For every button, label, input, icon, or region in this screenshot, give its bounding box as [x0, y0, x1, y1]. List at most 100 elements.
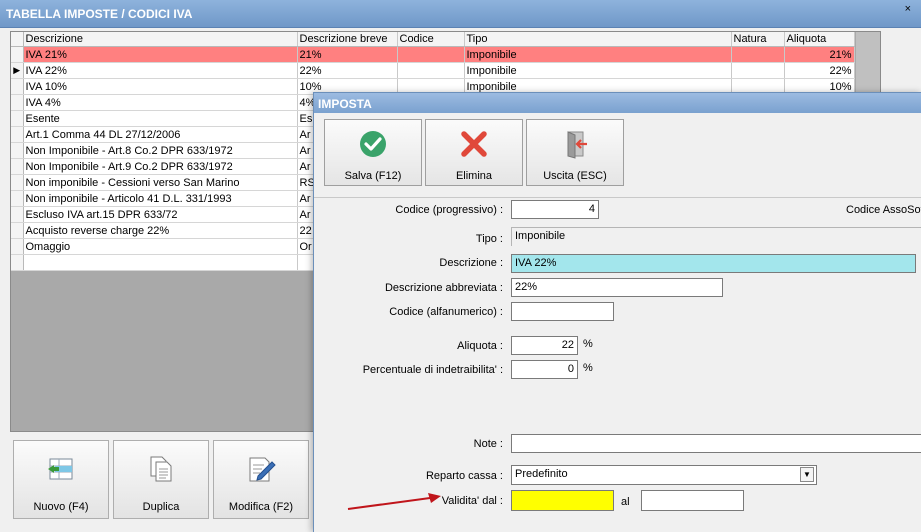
current-row-marker: ▶	[11, 62, 24, 79]
column-header-descrizione[interactable]: Descrizione	[23, 32, 298, 47]
row-indicator-header	[11, 32, 24, 47]
modifica-button-label: Modifica (F2)	[228, 501, 294, 513]
column-header-descrizione-breve[interactable]: Descrizione breve	[297, 32, 398, 47]
codice-assosoft-label: Codice AssoSof	[846, 204, 921, 216]
aliquota-percent-sign: %	[583, 338, 593, 350]
codice-progressivo-label: Codice (progressivo) :	[395, 204, 503, 216]
imposta-dialog: IMPOSTA Salva (F12) Elimina Uscita (ESC)…	[313, 92, 921, 532]
aliquota-label: Aliquota :	[457, 340, 503, 352]
close-icon[interactable]: ×	[905, 3, 911, 15]
uscita-button[interactable]: Uscita (ESC)	[526, 119, 624, 186]
cell-descrizione[interactable]: IVA 21%	[23, 46, 298, 63]
indetraibilita-field[interactable]: 0	[511, 360, 578, 379]
cell-descrizione[interactable]: IVA 4%	[23, 94, 298, 111]
row-indicator	[11, 254, 24, 271]
row-indicator	[11, 142, 24, 159]
cell-codice[interactable]	[397, 62, 465, 79]
cell-descrizione[interactable]: Acquisto reverse charge 22%	[23, 222, 298, 239]
new-record-icon	[48, 458, 73, 480]
cell-descrizione[interactable]: IVA 22%	[23, 62, 298, 79]
exit-door-icon	[567, 131, 587, 159]
salva-button-label: Salva (F12)	[344, 170, 402, 182]
save-check-icon	[360, 131, 386, 157]
column-header-codice[interactable]: Codice	[397, 32, 465, 47]
duplica-button[interactable]: Duplica	[113, 440, 209, 519]
cell-codice[interactable]	[397, 46, 465, 63]
descrizione-label: Descrizione :	[439, 257, 503, 269]
elimina-button[interactable]: Elimina	[425, 119, 523, 186]
validita-dal-field[interactable]	[511, 490, 614, 511]
column-header-aliquota[interactable]: Aliquota	[784, 32, 855, 47]
codice-alfanumerico-field[interactable]	[511, 302, 614, 321]
descrizione-abbreviata-field[interactable]: 22%	[511, 278, 723, 297]
reparto-cassa-value: Predefinito	[515, 468, 568, 480]
row-indicator	[11, 94, 24, 111]
codice-alfanumerico-label: Codice (alfanumerico) :	[389, 306, 503, 318]
edit-icon	[249, 457, 276, 482]
duplica-button-label: Duplica	[142, 501, 180, 513]
column-header-tipo[interactable]: Tipo	[464, 32, 732, 47]
descrizione-abbreviata-label: Descrizione abbreviata :	[384, 282, 503, 294]
cell-tipo[interactable]: Imponibile	[464, 62, 732, 79]
cell-descrizione[interactable]: IVA 10%	[23, 78, 298, 95]
note-label: Note :	[473, 438, 503, 450]
note-field[interactable]	[511, 434, 921, 453]
cell-descrizione-breve[interactable]: 22%	[297, 62, 398, 79]
elimina-button-label: Elimina	[455, 170, 493, 182]
row-indicator	[11, 222, 24, 239]
grid-vertical-scrollbar[interactable]	[856, 32, 880, 92]
nuovo-button[interactable]: Nuovo (F4)	[13, 440, 109, 519]
toolbar-separator	[314, 197, 921, 198]
row-indicator	[11, 238, 24, 255]
row-indicator	[11, 190, 24, 207]
cell-descrizione[interactable]: Non imponibile - Cessioni verso San Mari…	[23, 174, 298, 191]
table-row[interactable]: IVA 21% 21% Imponibile 21%	[11, 46, 855, 63]
cell-descrizione[interactable]: Non Imponibile - Art.8 Co.2 DPR 633/1972	[23, 142, 298, 159]
indetraibilita-label: Percentuale di indetraibilita' :	[362, 364, 503, 376]
tipo-label: Tipo :	[475, 233, 503, 245]
dialog-titlebar: IMPOSTA	[314, 93, 921, 113]
salva-button[interactable]: Salva (F12)	[324, 119, 422, 186]
dialog-title: IMPOSTA	[318, 97, 372, 111]
row-indicator	[11, 158, 24, 175]
cell-descrizione[interactable]: Non Imponibile - Art.9 Co.2 DPR 633/1972	[23, 158, 298, 175]
row-indicator	[11, 46, 24, 63]
row-indicator	[11, 110, 24, 127]
cell-descrizione[interactable]: Esente	[23, 110, 298, 127]
indetraibilita-percent-sign: %	[583, 362, 593, 374]
row-indicator	[11, 126, 24, 143]
cell-aliquota[interactable]: 22%	[784, 62, 855, 79]
cell-descrizione[interactable]: Non imponibile - Articolo 41 D.L. 331/19…	[23, 190, 298, 207]
duplicate-icon	[150, 456, 172, 482]
row-indicator	[11, 206, 24, 223]
descrizione-field[interactable]: IVA 22%	[511, 254, 916, 273]
aliquota-field[interactable]: 22	[511, 336, 578, 355]
delete-x-icon	[461, 131, 487, 157]
cell-aliquota[interactable]: 21%	[784, 46, 855, 63]
window-titlebar: TABELLA IMPOSTE / CODICI IVA	[0, 0, 921, 28]
codice-progressivo-field[interactable]: 4	[511, 200, 599, 219]
cell-natura[interactable]	[731, 62, 785, 79]
reparto-cassa-label: Reparto cassa :	[425, 470, 503, 482]
cell-descrizione[interactable]	[23, 254, 298, 271]
annotation-arrow-icon	[347, 493, 441, 510]
cell-tipo[interactable]: Imponibile	[464, 46, 732, 63]
validita-al-field[interactable]	[641, 490, 744, 511]
nuovo-button-label: Nuovo (F4)	[33, 501, 89, 513]
column-header-natura[interactable]: Natura	[731, 32, 785, 47]
cell-descrizione[interactable]: Art.1 Comma 44 DL 27/12/2006	[23, 126, 298, 143]
cell-descrizione[interactable]: Escluso IVA art.15 DPR 633/72	[23, 206, 298, 223]
reparto-cassa-select[interactable]: Predefinito ▼	[511, 465, 817, 485]
table-row[interactable]: ▶ IVA 22% 22% Imponibile 22%	[11, 62, 855, 79]
validita-dal-label: Validita' dal :	[441, 495, 503, 507]
table-header-row: Descrizione Descrizione breve Codice Tip…	[11, 32, 855, 47]
cell-natura[interactable]	[731, 46, 785, 63]
cell-descrizione-breve[interactable]: 21%	[297, 46, 398, 63]
cell-descrizione[interactable]: Omaggio	[23, 238, 298, 255]
row-indicator	[11, 174, 24, 191]
modifica-button[interactable]: Modifica (F2)	[213, 440, 309, 519]
tipo-field: Imponibile	[511, 227, 921, 246]
validita-al-label: al	[621, 496, 630, 508]
window-title: TABELLA IMPOSTE / CODICI IVA	[6, 7, 193, 21]
chevron-down-icon[interactable]: ▼	[800, 467, 814, 482]
